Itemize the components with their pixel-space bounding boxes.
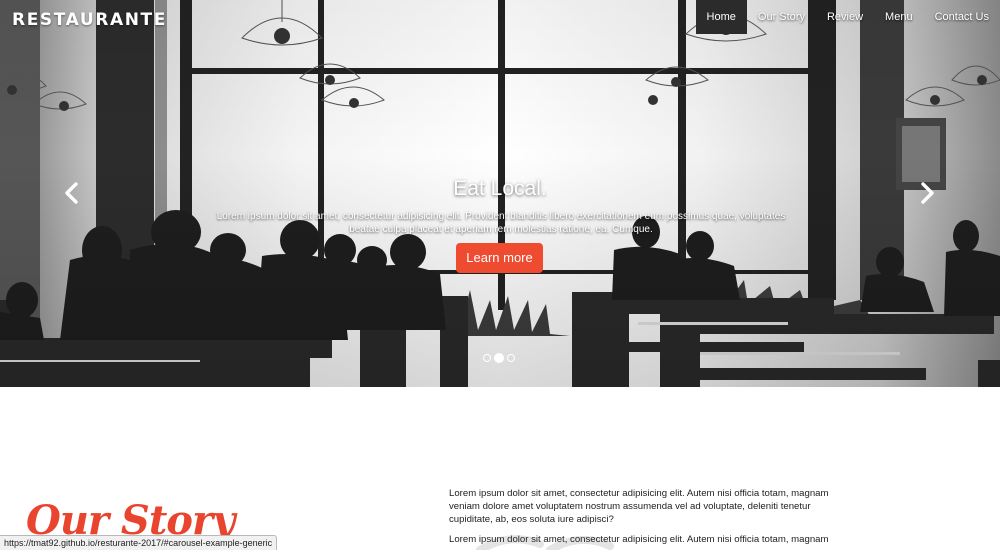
carousel-indicator-3[interactable] [507, 354, 515, 362]
nav-item-our-story[interactable]: Our Story [747, 0, 816, 34]
story-paragraph-2: Lorem ipsum dolor sit amet, consectetur … [449, 534, 829, 545]
carousel-indicators [483, 353, 515, 363]
nav-item-menu[interactable]: Menu [874, 0, 924, 34]
status-bar-url: https://tmat92.github.io/resturante-2017… [0, 535, 278, 550]
main-nav: Home Our Story Review Menu Contact Us [695, 0, 1000, 34]
brand-logo[interactable]: RESTAURANTE [12, 10, 167, 30]
learn-more-button[interactable]: Learn more [456, 243, 543, 273]
hero-carousel: RESTAURANTE Home Our Story Review Menu C… [0, 0, 1000, 387]
carousel-indicator-1[interactable] [483, 354, 491, 362]
carousel-text: Lorem ipsum dolor sit amet, consectetur … [216, 211, 786, 235]
story-paragraph-1: Lorem ipsum dolor sit amet, consectetur … [449, 488, 829, 525]
carousel-indicator-2[interactable] [494, 353, 504, 363]
carousel-title: Eat Local. [453, 177, 547, 200]
nav-item-home[interactable]: Home [695, 0, 747, 34]
nav-item-contact-us[interactable]: Contact Us [924, 0, 1000, 34]
nav-item-review[interactable]: Review [816, 0, 874, 34]
